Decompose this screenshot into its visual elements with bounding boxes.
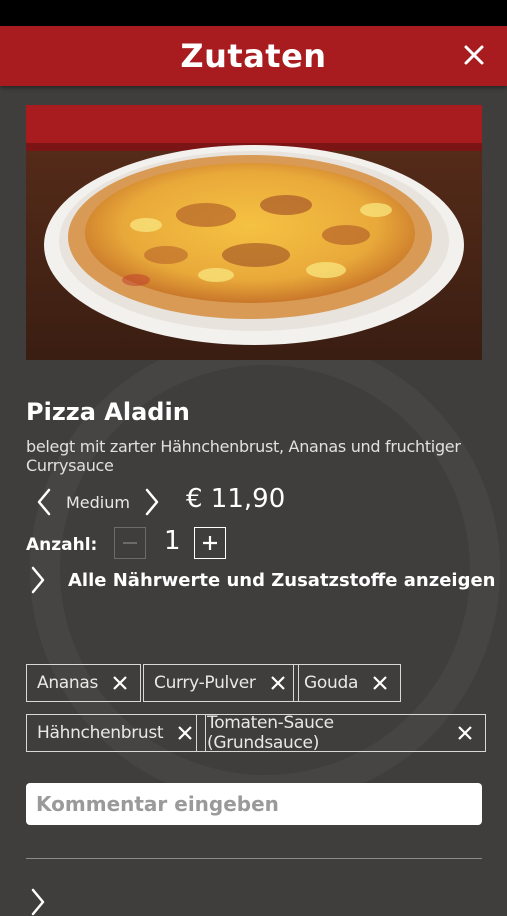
close-icon bbox=[373, 676, 387, 690]
close-icon bbox=[458, 726, 473, 740]
size-selector: Medium bbox=[30, 484, 166, 520]
chevron-right-icon bbox=[145, 488, 159, 516]
chevron-left-icon bbox=[37, 488, 51, 516]
remove-ingredient-button[interactable] bbox=[175, 723, 195, 743]
quantity-decrease-button[interactable] bbox=[114, 527, 146, 559]
ingredient-chip: Curry-Pulver bbox=[143, 664, 299, 702]
chevron-right-icon bbox=[31, 888, 45, 916]
price: € 11,90 bbox=[186, 484, 286, 514]
more-options-link[interactable] bbox=[30, 888, 46, 916]
close-icon bbox=[113, 676, 127, 690]
size-label: Medium bbox=[66, 492, 130, 512]
comment-input[interactable] bbox=[26, 783, 482, 825]
remove-ingredient-button[interactable] bbox=[370, 673, 390, 693]
close-icon bbox=[270, 676, 285, 690]
ingredient-chip-label: Gouda bbox=[304, 673, 359, 693]
status-bar bbox=[0, 0, 507, 26]
product-name: Pizza Aladin bbox=[26, 398, 190, 426]
ingredient-chip: Ananas bbox=[26, 664, 142, 702]
size-previous-button[interactable] bbox=[30, 484, 58, 520]
app-header: Zutaten bbox=[0, 26, 507, 86]
ingredient-chip-label: Ananas bbox=[37, 673, 99, 693]
minus-icon bbox=[123, 542, 137, 544]
nutrition-info-label: Alle Nährwerte und Zusatzstoffe anzeigen bbox=[68, 569, 496, 591]
ingredient-chip: Gouda bbox=[293, 664, 402, 702]
nutrition-info-link[interactable]: Alle Nährwerte und Zusatzstoffe anzeigen bbox=[30, 566, 496, 594]
remove-ingredient-button[interactable] bbox=[110, 673, 130, 693]
ingredient-chip: Tomaten-Sauce (Grundsauce) bbox=[196, 713, 486, 753]
close-button[interactable] bbox=[459, 40, 489, 70]
close-icon bbox=[464, 45, 484, 65]
quantity-value: 1 bbox=[164, 526, 181, 556]
page-title: Zutaten bbox=[180, 37, 327, 75]
remove-ingredient-button[interactable] bbox=[456, 723, 475, 743]
remove-ingredient-button[interactable] bbox=[268, 673, 288, 693]
ingredient-chip: Hähnchenbrust bbox=[26, 714, 207, 752]
ingredient-chip-label: Curry-Pulver bbox=[154, 673, 256, 693]
close-icon bbox=[178, 726, 193, 740]
product-description: belegt mit zarter Hähnchenbrust, Ananas … bbox=[26, 437, 461, 475]
ingredient-chip-label: Hähnchenbrust bbox=[37, 723, 164, 743]
divider bbox=[26, 858, 482, 859]
chevron-right-icon bbox=[31, 566, 45, 594]
product-image bbox=[26, 105, 482, 360]
plus-icon bbox=[203, 536, 217, 550]
quantity-increase-button[interactable] bbox=[194, 527, 226, 559]
quantity-label: Anzahl: bbox=[26, 535, 98, 555]
size-next-button[interactable] bbox=[138, 484, 166, 520]
ingredient-chip-label: Tomaten-Sauce (Grundsauce) bbox=[207, 713, 334, 753]
